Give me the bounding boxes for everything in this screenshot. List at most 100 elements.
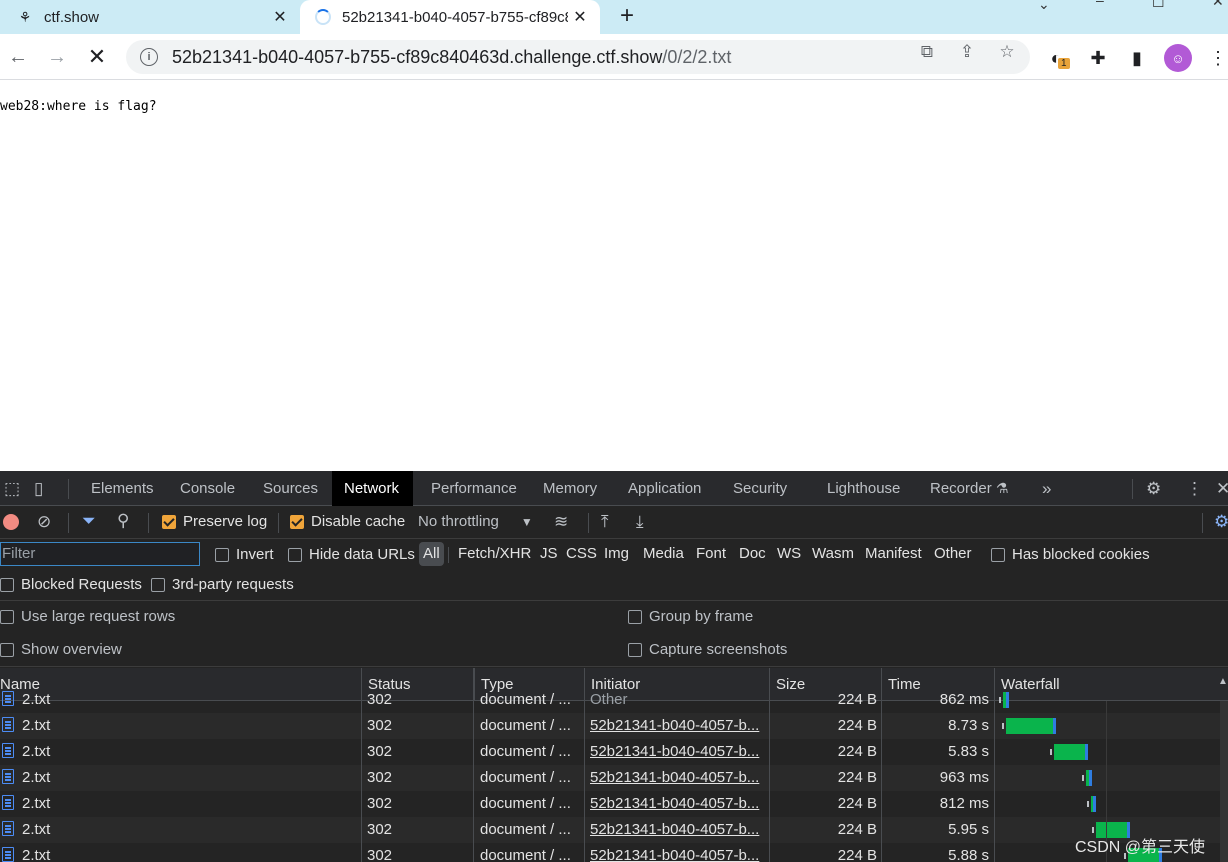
devtools-close-icon[interactable]: ✕ bbox=[1216, 479, 1228, 499]
table-row[interactable]: 2.txt 302 document / ... 52b21341-b040-4057… bbox=[0, 791, 1228, 817]
type-filter-doc[interactable]: Doc bbox=[736, 542, 769, 566]
filter-input[interactable]: Filter bbox=[0, 542, 200, 566]
clear-icon[interactable]: ⊘ bbox=[37, 512, 51, 532]
site-info-icon[interactable]: i bbox=[140, 48, 158, 66]
tab-recorder[interactable]: Recorder bbox=[920, 471, 1002, 506]
type-filter-css[interactable]: CSS bbox=[563, 542, 600, 566]
more-tabs-chevron-icon[interactable]: » bbox=[1042, 479, 1051, 499]
devtools-tab-bar: ⬚ ▯ Elements Console Sources Network Per… bbox=[0, 471, 1228, 506]
type-filter-media[interactable]: Media bbox=[640, 542, 687, 566]
type-filter-manifest[interactable]: Manifest bbox=[862, 542, 925, 566]
capture-screenshots-checkbox[interactable]: Capture screenshots bbox=[628, 641, 787, 658]
tab-close-icon[interactable]: ✕ bbox=[268, 7, 292, 27]
blocked-requests-checkbox[interactable]: Blocked Requests bbox=[0, 576, 142, 593]
cell-status: 302 bbox=[367, 847, 393, 862]
tab-memory[interactable]: Memory bbox=[533, 471, 607, 506]
import-har-icon[interactable]: ⤒ bbox=[601, 512, 609, 532]
cell-size: 224 B bbox=[837, 743, 877, 760]
cell-initiator[interactable]: 52b21341-b040-4057-b... bbox=[590, 843, 765, 862]
tab-console[interactable]: Console bbox=[170, 471, 245, 506]
preserve-log-checkbox[interactable]: Preserve log bbox=[162, 513, 267, 530]
waterfall-bar[interactable] bbox=[1003, 692, 1009, 708]
type-filter-other[interactable]: Other bbox=[931, 542, 975, 566]
cell-initiator[interactable]: 52b21341-b040-4057-b... bbox=[590, 791, 765, 817]
search-icon[interactable]: ⚲ bbox=[117, 511, 129, 531]
network-conditions-wifi-icon[interactable]: ≋ bbox=[554, 512, 568, 532]
cell-initiator[interactable]: 52b21341-b040-4057-b... bbox=[590, 739, 765, 765]
type-filter-img[interactable]: Img bbox=[601, 542, 632, 566]
cell-status: 302 bbox=[367, 691, 393, 708]
profile-avatar[interactable]: ☺ bbox=[1164, 44, 1192, 72]
group-by-frame-checkbox[interactable]: Group by frame bbox=[628, 608, 753, 625]
tab-strip: ⚘ ctf.show ✕ 52b21341-b040-4057-b755-cf8… bbox=[0, 0, 1228, 34]
third-party-checkbox[interactable]: 3rd-party requests bbox=[151, 576, 294, 593]
chevron-down-icon[interactable]: ⌄ bbox=[1038, 0, 1050, 13]
record-button[interactable] bbox=[3, 514, 19, 530]
cell-initiator[interactable]: 52b21341-b040-4057-b... bbox=[590, 817, 765, 843]
tab-close-icon[interactable]: ✕ bbox=[568, 7, 592, 27]
more-menu-icon[interactable]: ⋮ bbox=[1206, 46, 1228, 70]
waterfall-bar[interactable] bbox=[1091, 796, 1096, 812]
table-row[interactable]: 2.txt 302 document / ... 52b21341-b040-4057… bbox=[0, 739, 1228, 765]
devtools-settings-gear-icon[interactable]: ⚙ bbox=[1146, 479, 1161, 499]
tab-network[interactable]: Network bbox=[332, 471, 414, 506]
filter-funnel-icon[interactable]: ⏷ bbox=[82, 511, 96, 531]
address-bar[interactable]: i 52b21341-b040-4057-b755-cf89c840463d.c… bbox=[126, 40, 1030, 74]
table-scrollbar[interactable] bbox=[1220, 701, 1228, 862]
cell-initiator[interactable]: 52b21341-b040-4057-b... bbox=[590, 713, 765, 739]
forward-button[interactable]: → bbox=[42, 42, 72, 72]
cell-initiator[interactable]: 52b21341-b040-4057-b... bbox=[590, 765, 765, 791]
tab-ctfshow[interactable]: ⚘ ctf.show ✕ bbox=[0, 0, 300, 34]
stop-loading-button[interactable]: ✕ bbox=[82, 42, 112, 72]
table-row[interactable]: 2.txt 302 document / ... 52b21341-b040-4057… bbox=[0, 843, 1228, 862]
table-row[interactable]: 2.txt 302 document / ... 52b21341-b040-4057… bbox=[0, 713, 1228, 739]
extensions-puzzle-icon[interactable]: ✚ bbox=[1086, 46, 1110, 70]
tab-elements[interactable]: Elements bbox=[81, 471, 164, 506]
share-icon[interactable]: ⇪ bbox=[956, 42, 978, 62]
type-filter-ws[interactable]: WS bbox=[774, 542, 804, 566]
tab-application[interactable]: Application bbox=[618, 471, 711, 506]
show-overview-checkbox[interactable]: Show overview bbox=[0, 641, 122, 658]
side-panel-icon[interactable]: ▮ bbox=[1125, 46, 1149, 70]
new-tab-button[interactable]: + bbox=[612, 2, 642, 30]
back-button[interactable]: ← bbox=[3, 42, 33, 72]
table-row[interactable]: 2.txt 302 document / ... Other 224 B 862 ms bbox=[0, 687, 1228, 713]
type-filter-font[interactable]: Font bbox=[693, 542, 729, 566]
inspect-element-icon[interactable]: ⬚ bbox=[4, 479, 20, 499]
bookmark-star-icon[interactable]: ☆ bbox=[996, 42, 1018, 62]
type-filter-fetch-xhr[interactable]: Fetch/XHR bbox=[455, 542, 534, 566]
request-name: 2.txt bbox=[22, 769, 51, 786]
tab-sources[interactable]: Sources bbox=[253, 471, 328, 506]
waterfall-bar[interactable] bbox=[1006, 718, 1056, 734]
waterfall-bar[interactable] bbox=[1086, 770, 1092, 786]
type-filter-wasm[interactable]: Wasm bbox=[809, 542, 857, 566]
type-filter-js[interactable]: JS bbox=[537, 542, 561, 566]
table-row[interactable]: 2.txt 302 document / ... 52b21341-b040-4057… bbox=[0, 765, 1228, 791]
large-rows-checkbox[interactable]: Use large request rows bbox=[0, 608, 175, 625]
tab-challenge[interactable]: 52b21341-b040-4057-b755-cf89c840463d.cha… bbox=[300, 0, 600, 34]
tab-performance[interactable]: Performance bbox=[421, 471, 527, 506]
disable-cache-checkbox[interactable]: Disable cache bbox=[290, 513, 405, 530]
export-har-icon[interactable]: ⤓ bbox=[636, 512, 644, 532]
table-row[interactable]: 2.txt 302 document / ... 52b21341-b040-4057… bbox=[0, 817, 1228, 843]
type-filter-all[interactable]: All bbox=[419, 542, 444, 566]
maximize-icon[interactable]: ☐ bbox=[1152, 0, 1165, 11]
throttling-select[interactable]: No throttling ▼ bbox=[418, 513, 533, 530]
has-blocked-cookies-checkbox[interactable]: Has blocked cookies bbox=[991, 546, 1150, 563]
request-name: 2.txt bbox=[22, 847, 51, 862]
device-toolbar-icon[interactable]: ▯ bbox=[34, 479, 43, 499]
tab-lighthouse[interactable]: Lighthouse bbox=[817, 471, 910, 506]
close-window-icon[interactable]: ✕ bbox=[1212, 0, 1224, 10]
throttling-value: No throttling bbox=[418, 513, 499, 530]
tab-security[interactable]: Security bbox=[723, 471, 797, 506]
url-text[interactable]: 52b21341-b040-4057-b755-cf89c840463d.cha… bbox=[172, 47, 731, 68]
cell-name: 2.txt bbox=[0, 713, 360, 739]
network-settings-gear-icon[interactable]: ⚙ bbox=[1214, 512, 1228, 532]
extension-icon[interactable]: ◐ 1 bbox=[1044, 46, 1070, 70]
hide-data-urls-checkbox[interactable]: Hide data URLs bbox=[288, 546, 415, 563]
invert-checkbox[interactable]: Invert bbox=[215, 546, 274, 563]
minimize-icon[interactable]: – bbox=[1096, 0, 1104, 8]
devtools-more-icon[interactable]: ⋮ bbox=[1186, 479, 1203, 499]
waterfall-bar[interactable] bbox=[1054, 744, 1088, 760]
translate-icon[interactable]: ⧉ bbox=[916, 42, 938, 62]
